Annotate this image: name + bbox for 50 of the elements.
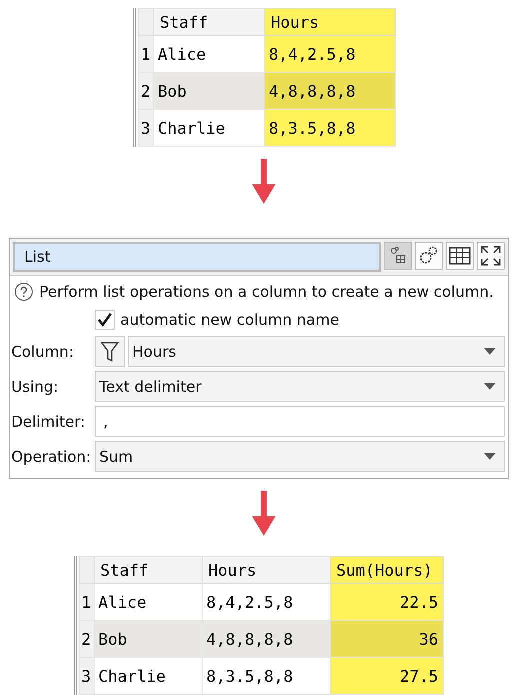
corner-cell <box>79 556 94 584</box>
dropdown[interactable]: Text delimiter <box>94 371 504 402</box>
caret-icon <box>484 452 496 460</box>
help-icon[interactable] <box>14 282 34 302</box>
filter-icon[interactable] <box>94 336 124 367</box>
row-number: 1 <box>138 36 154 72</box>
down-arrow-icon <box>252 491 276 536</box>
field-label: Using: <box>12 378 60 396</box>
caret-icon <box>484 348 496 356</box>
checkbox-label: automatic new column name <box>120 311 340 329</box>
table-cell: 36 <box>330 620 443 658</box>
caret-icon <box>484 382 496 390</box>
row-number: 2 <box>79 620 94 658</box>
table-cell: Charlie <box>154 110 264 146</box>
table-icon[interactable] <box>446 242 474 270</box>
row-number: 1 <box>79 584 94 620</box>
row-number: 2 <box>138 72 154 110</box>
dropdown[interactable]: Hours <box>128 336 504 367</box>
table-cell: Alice <box>154 36 264 72</box>
table-cell: Bob <box>94 620 202 658</box>
table-cell: 4,8,8,8,8 <box>202 620 330 658</box>
row-number: 3 <box>138 110 154 146</box>
table-cell: Bob <box>154 72 264 110</box>
dropdown[interactable]: Sum <box>94 441 504 472</box>
panel-title: List <box>12 242 380 272</box>
column-settings-icon[interactable] <box>384 242 412 270</box>
table-cell: 8,4,2.5,8 <box>264 36 396 72</box>
table-cell: 22.5 <box>330 584 443 620</box>
expand-icon[interactable] <box>476 242 504 270</box>
corner-cell <box>138 8 154 36</box>
table-cell: 4,8,8,8,8 <box>264 72 396 110</box>
table-cell: Charlie <box>94 658 202 694</box>
column-header[interactable]: Staff <box>94 556 202 584</box>
field-label: Column: <box>12 342 75 360</box>
row-number: 3 <box>79 658 94 694</box>
column-header[interactable]: Sum(Hours) <box>330 556 443 584</box>
column-header[interactable]: Staff <box>154 8 264 36</box>
column-header[interactable]: Hours <box>264 8 396 36</box>
checkbox[interactable] <box>94 310 114 330</box>
down-arrow-icon <box>252 159 276 204</box>
table-cell: Alice <box>94 584 202 620</box>
table-cell: 27.5 <box>330 658 443 694</box>
table-cell: 8,4,2.5,8 <box>202 584 330 620</box>
table-cell: 8,3.5,8,8 <box>202 658 330 694</box>
field-label: Operation: <box>12 448 92 466</box>
field-label: Delimiter: <box>12 412 86 430</box>
column-header[interactable]: Hours <box>202 556 330 584</box>
help-text: Perform list operations on a column to create a new column. <box>40 283 494 301</box>
input-field[interactable]: , <box>94 406 504 437</box>
table-cell: 8,3.5,8,8 <box>264 110 396 146</box>
